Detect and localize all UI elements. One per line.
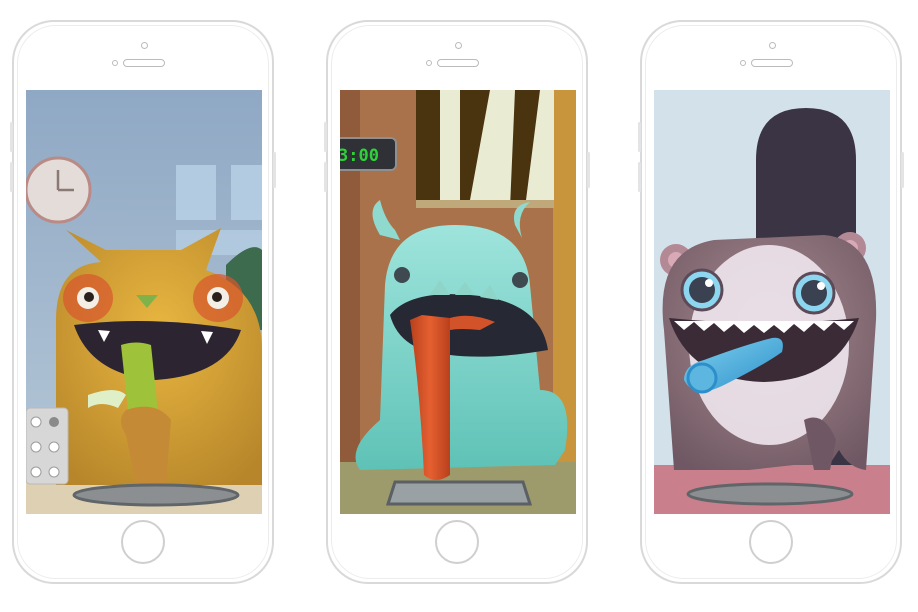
- phone-frame-1: [10, 20, 276, 584]
- power-button: [901, 152, 904, 188]
- sensor-dot: [426, 60, 432, 66]
- earpiece-speaker: [751, 59, 793, 67]
- sensor-dot: [112, 60, 118, 66]
- tongue-curl: [686, 362, 718, 394]
- volume-button: [324, 122, 327, 152]
- power-button: [587, 152, 590, 188]
- eye-left: [394, 267, 410, 283]
- food-plate[interactable]: [686, 482, 854, 506]
- ghost-scene[interactable]: 3:00: [340, 90, 576, 514]
- volume-button: [10, 122, 13, 152]
- food-tray[interactable]: [385, 480, 533, 506]
- volume-button: [638, 162, 641, 192]
- volume-button: [324, 162, 327, 192]
- cat-scene[interactable]: [26, 90, 262, 514]
- front-camera: [455, 42, 462, 49]
- volume-button: [10, 162, 13, 192]
- volume-button: [638, 122, 641, 152]
- game-screen-bear[interactable]: [654, 90, 890, 514]
- front-camera: [769, 42, 776, 49]
- game-screen-cat[interactable]: [26, 90, 262, 514]
- bear-scene[interactable]: [654, 90, 890, 514]
- phone-frame-2: 3:00: [324, 20, 590, 584]
- food-plate[interactable]: [72, 483, 240, 507]
- phone-frame-3: [638, 20, 904, 584]
- bear-character[interactable]: [660, 232, 877, 470]
- earpiece-speaker: [123, 59, 165, 67]
- timer-text: 3:00: [340, 146, 379, 166]
- window-pane: [176, 165, 216, 220]
- sensor-dot: [740, 60, 746, 66]
- window-sill: [416, 200, 554, 208]
- game-screen-ghost[interactable]: 3:00: [340, 90, 576, 514]
- home-button[interactable]: [435, 520, 479, 564]
- power-button: [273, 152, 276, 188]
- earpiece-speaker: [437, 59, 479, 67]
- eye-right: [512, 272, 528, 288]
- home-button[interactable]: [749, 520, 793, 564]
- pill-pack[interactable]: [26, 407, 69, 485]
- window-pane: [231, 165, 262, 220]
- clock-icon[interactable]: [26, 156, 92, 224]
- home-button[interactable]: [121, 520, 165, 564]
- front-camera: [141, 42, 148, 49]
- countdown-timer: 3:00: [340, 137, 397, 171]
